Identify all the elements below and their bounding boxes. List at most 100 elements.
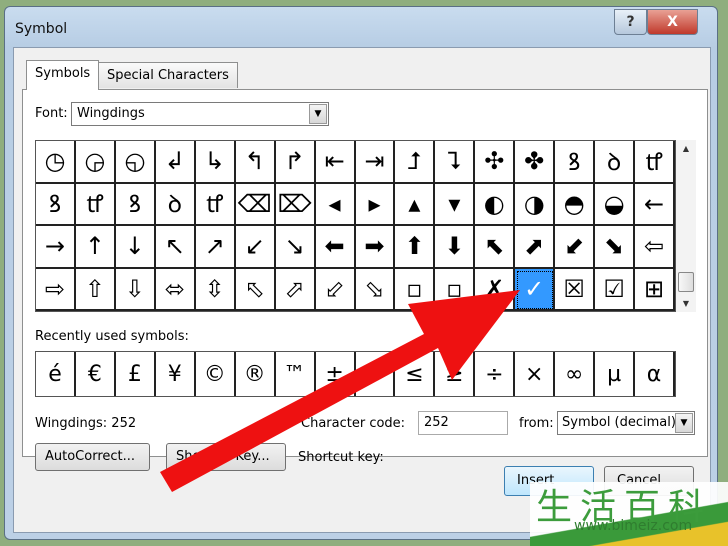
symbol-cell[interactable]: ⬀ — [275, 268, 316, 311]
recent-symbol[interactable]: ≤ — [395, 352, 436, 396]
help-button[interactable]: ? — [614, 9, 647, 35]
symbol-cell[interactable]: ◓ — [555, 183, 596, 226]
symbol-cell[interactable]: ⊞ — [635, 268, 675, 311]
symbol-cell[interactable]: ⬃ — [315, 268, 356, 311]
symbol-cell[interactable]: ◒ — [595, 183, 636, 226]
recent-symbol[interactable]: ¥ — [156, 352, 196, 396]
symbol-cell[interactable]: ꝷ — [635, 141, 675, 184]
symbol-cell[interactable]: ⬆ — [395, 226, 436, 269]
scroll-up-icon[interactable]: ▲ — [676, 140, 696, 157]
symbol-cell[interactable]: ⌦ — [275, 183, 316, 226]
tab-symbols[interactable]: Symbols — [26, 60, 100, 90]
symbol-cell[interactable]: ⬁ — [235, 268, 276, 311]
recent-symbol[interactable]: α — [635, 352, 675, 396]
symbol-cell[interactable]: ← — [635, 183, 675, 226]
symbol-cell[interactable]: ⇧ — [75, 268, 116, 311]
symbol-cell[interactable]: ✣ — [475, 141, 516, 184]
recent-symbol[interactable]: £ — [116, 352, 156, 396]
from-value: Symbol (decimal) — [562, 415, 676, 430]
symbol-cell[interactable]: ꝷ — [195, 183, 236, 226]
symbol-cell[interactable]: ⇳ — [195, 268, 236, 311]
symbol-cell[interactable]: ☑ — [595, 268, 636, 311]
recent-symbol[interactable]: × — [515, 352, 556, 396]
symbol-cell[interactable]: ◐ — [475, 183, 516, 226]
recent-symbols: é € £ ¥ © ® ™ ± ≠ ≤ ≥ ÷ × ∞ µ α — [35, 351, 676, 397]
symbol-cell[interactable]: ⬈ — [515, 226, 556, 269]
chevron-down-icon[interactable]: ▼ — [675, 413, 693, 433]
recent-symbol[interactable]: ÷ — [475, 352, 516, 396]
symbol-cell[interactable]: ↓ — [115, 226, 156, 269]
symbol-cell[interactable]: ⇩ — [115, 268, 156, 311]
symbol-cell[interactable]: ⬄ — [155, 268, 196, 311]
symbol-cell[interactable]: ☒ — [555, 268, 596, 311]
symbol-cell[interactable]: ⇦ — [635, 226, 675, 269]
tab-special-characters[interactable]: Special Characters — [98, 62, 238, 88]
symbol-cell[interactable]: ✓ — [515, 268, 556, 311]
symbol-cell[interactable]: ꝷ — [75, 183, 116, 226]
symbol-cell[interactable]: ⮧ — [435, 141, 476, 184]
grid-scrollbar[interactable]: ▲ ▼ — [676, 140, 696, 312]
character-code-input[interactable]: 252 — [418, 411, 508, 435]
symbol-cell[interactable]: ▸ — [355, 183, 396, 226]
autocorrect-button[interactable]: AutoCorrect... — [35, 443, 150, 471]
shortcut-key-button[interactable]: Shortcut Key... — [166, 443, 286, 471]
symbol-cell[interactable]: ↳ — [195, 141, 236, 184]
symbol-cell[interactable]: ⌫ — [235, 183, 276, 226]
scroll-thumb[interactable] — [678, 272, 694, 292]
recent-symbol[interactable]: ∞ — [555, 352, 596, 396]
symbol-cell[interactable]: ↲ — [155, 141, 196, 184]
symbol-cell[interactable]: ꝺ — [595, 141, 636, 184]
symbol-cell[interactable]: ➡ — [355, 226, 396, 269]
symbol-cell[interactable]: ↘ — [275, 226, 316, 269]
symbol-cell[interactable]: ▴ — [395, 183, 436, 226]
close-button[interactable]: X — [647, 9, 698, 35]
character-code-label: Character code: — [301, 416, 406, 431]
recent-symbol[interactable]: ® — [236, 352, 276, 396]
symbol-cell[interactable]: ◂ — [315, 183, 356, 226]
recent-symbol[interactable]: µ — [595, 352, 636, 396]
symbol-cell[interactable]: ⬋ — [555, 226, 596, 269]
symbol-cell[interactable]: ⬊ — [595, 226, 636, 269]
symbol-cell[interactable]: ⬉ — [475, 226, 516, 269]
symbol-cell[interactable]: ✤ — [515, 141, 556, 184]
recent-label: Recently used symbols: — [35, 329, 189, 344]
symbol-cell[interactable]: ꝸ — [115, 183, 156, 226]
recent-symbol[interactable]: ™ — [276, 352, 316, 396]
symbol-cell[interactable]: ▫ — [435, 268, 476, 311]
symbol-cell[interactable]: → — [36, 226, 76, 269]
symbol-cell[interactable]: ↱ — [275, 141, 316, 184]
recent-symbol[interactable]: ≥ — [435, 352, 476, 396]
symbol-cell[interactable]: ◶ — [75, 141, 116, 184]
symbol-cell[interactable]: ⇨ — [36, 268, 76, 311]
recent-symbol[interactable]: € — [76, 352, 116, 396]
symbol-cell[interactable]: ↖ — [155, 226, 196, 269]
from-select[interactable]: Symbol (decimal) ▼ — [557, 411, 695, 435]
symbol-cell[interactable]: ⬅ — [315, 226, 356, 269]
symbol-cell[interactable]: ↙ — [235, 226, 276, 269]
symbol-cell[interactable]: ◑ — [515, 183, 556, 226]
recent-symbol[interactable]: é — [36, 352, 76, 396]
symbol-cell[interactable]: ꝸ — [555, 141, 596, 184]
font-select[interactable]: Wingdings ▼ — [71, 102, 329, 126]
recent-symbol[interactable]: © — [196, 352, 236, 396]
symbol-cell[interactable]: ⇥ — [355, 141, 396, 184]
recent-symbol[interactable]: ≠ — [356, 352, 396, 396]
symbol-cell[interactable]: ⮥ — [395, 141, 436, 184]
symbol-cell[interactable]: ▾ — [435, 183, 476, 226]
recent-symbol[interactable]: ± — [316, 352, 356, 396]
symbol-dialog: Symbol ? X Symbols Special Characters Fo… — [4, 6, 718, 540]
symbol-cell[interactable]: ↑ — [75, 226, 116, 269]
symbol-cell[interactable]: ⬇ — [435, 226, 476, 269]
chevron-down-icon[interactable]: ▼ — [309, 104, 327, 124]
scroll-down-icon[interactable]: ▼ — [676, 295, 696, 312]
symbol-cell[interactable]: ꝸ — [36, 183, 76, 226]
symbol-cell[interactable]: ✗ — [475, 268, 516, 311]
symbol-cell[interactable]: ⬂ — [355, 268, 396, 311]
symbol-cell[interactable]: ⇤ — [315, 141, 356, 184]
symbol-cell[interactable]: ◷ — [36, 141, 76, 184]
symbol-cell[interactable]: ↰ — [235, 141, 276, 184]
symbol-cell[interactable]: ◵ — [115, 141, 156, 184]
symbol-cell[interactable]: ↗ — [195, 226, 236, 269]
symbol-cell[interactable]: ꝺ — [155, 183, 196, 226]
symbol-cell[interactable]: ▫ — [395, 268, 436, 311]
